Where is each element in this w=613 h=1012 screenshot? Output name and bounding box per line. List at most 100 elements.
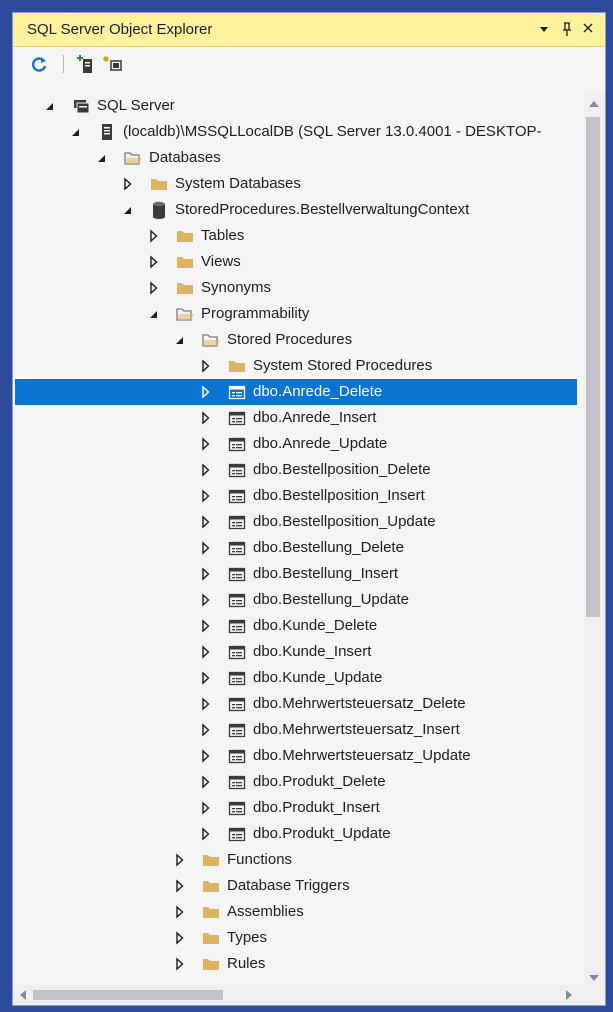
expand-toggle[interactable] (147, 275, 161, 301)
tree-node[interactable]: Databases (15, 145, 577, 171)
expand-toggle[interactable] (199, 691, 213, 717)
expand-toggle[interactable] (199, 457, 213, 483)
collapsed-arrow-icon (176, 905, 184, 919)
expanded-arrow-icon (150, 311, 157, 318)
expand-toggle[interactable] (147, 223, 161, 249)
expand-toggle[interactable] (199, 613, 213, 639)
panel-title-bar[interactable]: SQL Server Object Explorer (13, 13, 605, 47)
tree-node-label: dbo.Bestellposition_Insert (253, 487, 425, 504)
tree-node[interactable]: Types (15, 925, 577, 951)
add-sql-server-button[interactable] (75, 54, 97, 74)
expand-toggle[interactable] (173, 873, 187, 899)
tree-node[interactable]: dbo.Anrede_Insert (15, 405, 577, 431)
tree-node-label: System Databases (175, 175, 301, 192)
tree-node[interactable]: System Databases (15, 171, 577, 197)
pin-button[interactable] (558, 19, 576, 39)
expand-toggle[interactable] (199, 561, 213, 587)
tree-node-label: dbo.Bestellposition_Update (253, 513, 436, 530)
sql-server-object-explorer-panel: SQL Server Object Explorer SQL Server (l… (12, 12, 606, 1006)
tree-node[interactable]: Assemblies (15, 899, 577, 925)
expand-toggle[interactable] (199, 587, 213, 613)
expand-toggle[interactable] (173, 951, 187, 977)
close-button[interactable] (579, 19, 597, 39)
folder-open-icon (123, 149, 143, 167)
expand-toggle[interactable] (199, 379, 213, 405)
expand-toggle[interactable] (199, 795, 213, 821)
tree-node[interactable]: Tables (15, 223, 577, 249)
tree-node[interactable]: dbo.Bestellung_Update (15, 587, 577, 613)
horizontal-scrollbar-thumb[interactable] (33, 990, 223, 1000)
tree-node[interactable]: dbo.Mehrwertsteuersatz_Delete (15, 691, 577, 717)
tree-node[interactable]: Functions (15, 847, 577, 873)
tree-node[interactable]: dbo.Anrede_Delete (15, 379, 577, 405)
tree-node[interactable]: Views (15, 249, 577, 275)
vertical-scrollbar[interactable] (583, 93, 605, 997)
expand-toggle[interactable] (173, 847, 187, 873)
expand-toggle[interactable] (173, 899, 187, 925)
stored-procedure-icon (227, 643, 247, 661)
tree-node-label: dbo.Kunde_Update (253, 669, 383, 686)
tree-node[interactable]: Database Triggers (15, 873, 577, 899)
tree-node[interactable]: dbo.Bestellposition_Delete (15, 457, 577, 483)
expand-toggle[interactable] (199, 769, 213, 795)
tree-node[interactable]: dbo.Anrede_Update (15, 431, 577, 457)
tree-node[interactable]: Programmability (15, 301, 577, 327)
tree-node[interactable]: dbo.Kunde_Insert (15, 639, 577, 665)
expand-toggle[interactable] (199, 405, 213, 431)
tree-node[interactable]: dbo.Produkt_Update (15, 821, 577, 847)
stored-procedure-icon (227, 591, 247, 609)
stored-procedure-icon (227, 409, 247, 427)
vertical-scrollbar-thumb[interactable] (586, 117, 600, 617)
scrollbar-corner (583, 985, 605, 1005)
object-explorer-tree[interactable]: SQL Server (localdb)\MSSQLLocalDB (SQL Se… (13, 93, 583, 997)
tree-node[interactable]: StoredProcedures.BestellverwaltungContex… (15, 197, 577, 223)
collapse-toggle[interactable] (121, 197, 135, 223)
expand-toggle[interactable] (199, 431, 213, 457)
expand-toggle[interactable] (199, 821, 213, 847)
folder-icon (149, 175, 169, 193)
folder-open-icon (201, 331, 221, 349)
refresh-button[interactable] (29, 54, 51, 74)
expand-toggle[interactable] (199, 717, 213, 743)
tree-node[interactable]: Synonyms (15, 275, 577, 301)
collapse-toggle[interactable] (95, 145, 109, 171)
expand-toggle[interactable] (199, 665, 213, 691)
collapse-toggle[interactable] (173, 327, 187, 353)
expand-toggle[interactable] (173, 925, 187, 951)
collapse-toggle[interactable] (69, 119, 83, 145)
tree-node[interactable]: dbo.Bestellposition_Insert (15, 483, 577, 509)
tree-node[interactable]: dbo.Produkt_Delete (15, 769, 577, 795)
tree-node[interactable]: dbo.Bestellung_Insert (15, 561, 577, 587)
expand-toggle[interactable] (199, 743, 213, 769)
expand-toggle[interactable] (121, 171, 135, 197)
add-connection-button[interactable] (103, 54, 125, 74)
collapse-toggle[interactable] (147, 301, 161, 327)
expand-toggle[interactable] (199, 483, 213, 509)
tree-node-label: dbo.Mehrwertsteuersatz_Insert (253, 721, 460, 738)
expand-toggle[interactable] (199, 535, 213, 561)
tree-node[interactable]: dbo.Mehrwertsteuersatz_Insert (15, 717, 577, 743)
tree-node[interactable]: dbo.Bestellung_Delete (15, 535, 577, 561)
expand-toggle[interactable] (199, 509, 213, 535)
expand-toggle[interactable] (199, 639, 213, 665)
tree-node[interactable]: (localdb)\MSSQLLocalDB (SQL Server 13.0.… (15, 119, 577, 145)
tree-node-label: Rules (227, 955, 266, 972)
tree-node[interactable]: System Stored Procedures (15, 353, 577, 379)
collapsed-arrow-icon (176, 931, 184, 945)
expand-toggle[interactable] (199, 353, 213, 379)
expand-toggle[interactable] (147, 249, 161, 275)
tree-node[interactable]: Stored Procedures (15, 327, 577, 353)
tree-node-label: Stored Procedures (227, 331, 353, 348)
tree-node[interactable]: SQL Server (15, 93, 577, 119)
window-position-dropdown-button[interactable] (535, 19, 553, 39)
tree-node[interactable]: dbo.Bestellposition_Update (15, 509, 577, 535)
tree-node[interactable]: Rules (15, 951, 577, 977)
collapsed-arrow-icon (202, 697, 210, 711)
tree-node[interactable]: dbo.Produkt_Insert (15, 795, 577, 821)
tree-node[interactable]: dbo.Kunde_Update (15, 665, 577, 691)
window-frame: SQL Server Object Explorer SQL Server (l… (0, 0, 613, 1012)
tree-node[interactable]: dbo.Mehrwertsteuersatz_Update (15, 743, 577, 769)
tree-node[interactable]: dbo.Kunde_Delete (15, 613, 577, 639)
horizontal-scrollbar[interactable] (13, 985, 583, 1005)
collapse-toggle[interactable] (43, 93, 57, 119)
